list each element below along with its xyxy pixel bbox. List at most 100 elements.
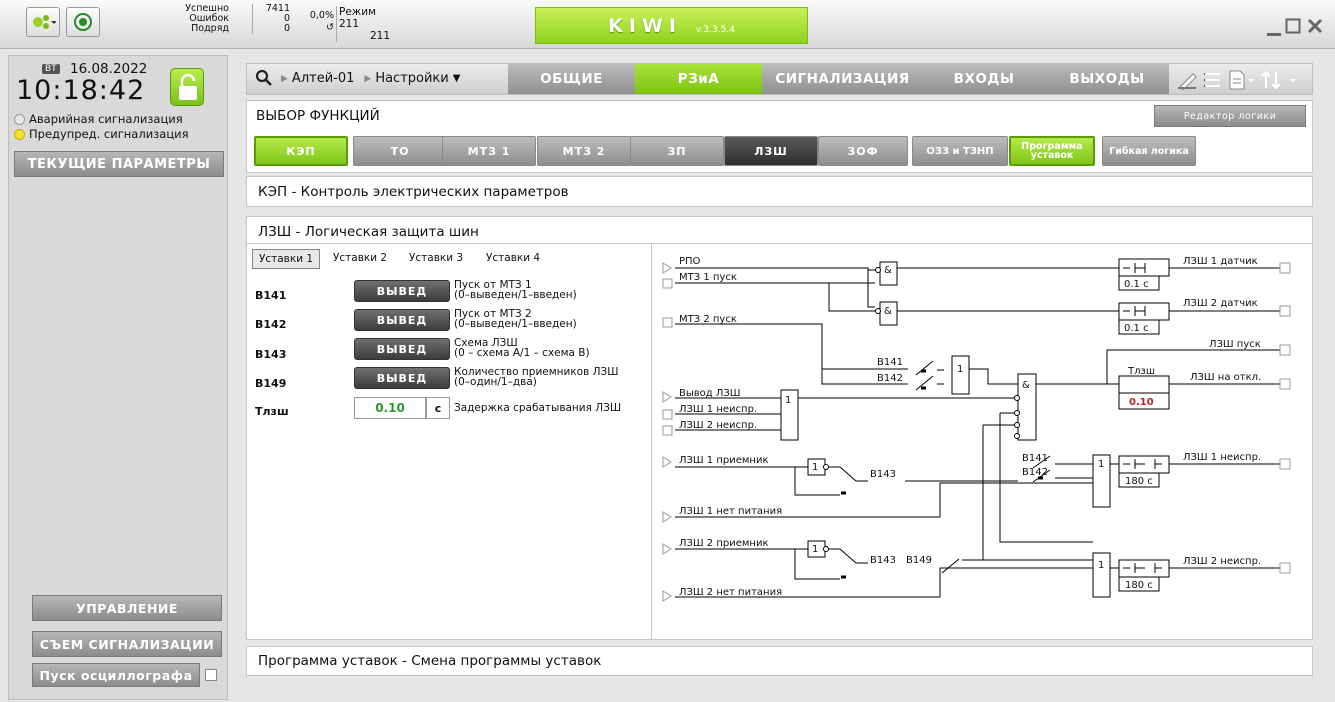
tab-rzia[interactable]: РЗиА	[635, 64, 762, 94]
minimize-icon[interactable]	[1266, 18, 1282, 42]
warning-indicator: Предупред. сигнализация	[14, 127, 189, 141]
settings-tab-4[interactable]: Уставки 4	[486, 252, 540, 264]
diagram-label-nopow1: ЛЗШ 1 нет питания	[679, 506, 782, 517]
alarm-label: Аварийная сигнализация	[29, 112, 183, 126]
settings-tab-3[interactable]: Уставки 3	[409, 252, 463, 264]
current-params-button[interactable]: ТЕКУЩИЕ ПАРАМЕТРЫ	[14, 151, 224, 177]
chevron-right-icon: ▶	[364, 74, 372, 84]
function-to-button[interactable]: ТО	[353, 136, 447, 166]
tab-inputs[interactable]: ВХОДЫ	[923, 64, 1045, 94]
reset-alarm-button[interactable]: СЪЕМ СИГНАЛИЗАЦИИ	[32, 631, 222, 657]
program-panel-title: Программа уставок - Смена программы уста…	[258, 653, 602, 669]
diagram-switch-b149: В149	[906, 555, 932, 566]
diagram-timer-value: 0.1 с	[1124, 323, 1149, 334]
setting-description: Пуск от МТЗ 2 (0–выведен/1–введен)	[454, 309, 577, 330]
diagram-switch-b141: В141	[1022, 453, 1048, 464]
diagram-label-recv2: ЛЗШ 2 приемник	[679, 538, 769, 549]
diagram-label-fault1: ЛЗШ 1 неиспр.	[679, 404, 757, 415]
tab-outputs[interactable]: ВЫХОДЫ	[1045, 64, 1169, 94]
alarm-indicator: Аварийная сигнализация	[14, 112, 183, 126]
diagram-timer-value: 180 с	[1125, 580, 1153, 591]
setting-desc-line: (0–выведен/1–введен)	[454, 318, 577, 330]
setting-code: В149	[255, 377, 287, 390]
edit-icon[interactable]	[1177, 70, 1199, 94]
function-lzsh-button[interactable]: ЛЗШ	[724, 136, 818, 166]
search-icon[interactable]	[255, 69, 273, 91]
diagram-tlzsh-value: 0.10	[1129, 397, 1154, 408]
function-zof-button[interactable]: ЗОФ	[818, 136, 908, 166]
delay-unit: с	[426, 397, 450, 419]
app-banner: KIWI v.3.3.5.4	[535, 7, 808, 44]
diagram-and-gate: &	[1022, 380, 1030, 391]
delay-code: Тлзш	[255, 405, 289, 418]
lock-icon[interactable]	[170, 68, 204, 106]
breadcrumb-settings[interactable]: Настройки	[375, 71, 448, 86]
diagram-or-gate: 1	[1098, 560, 1104, 571]
lzsh-panel-title: ЛЗШ - Логическая защита шин	[258, 224, 479, 240]
delay-input[interactable]: 0.10	[354, 397, 426, 419]
setting-desc-line: (0–один/1–два)	[454, 376, 537, 388]
diagram-not-gate: 1	[812, 544, 818, 555]
settings-tab-2[interactable]: Уставки 2	[333, 252, 387, 264]
diagram-label-nopow2: ЛЗШ 2 нет питания	[679, 587, 782, 598]
sort-icon[interactable]	[1260, 69, 1300, 95]
breadcrumb: ▶ Алтей-01 ▶ Настройки ▼	[281, 71, 460, 86]
setting-b143-value[interactable]: ВЫВЕД	[354, 338, 450, 360]
diagram-label-mtz2: МТЗ 2 пуск	[679, 314, 737, 325]
diagram-label-recv1: ЛЗШ 1 приемник	[679, 455, 769, 466]
diagram-switch-b143: В143	[870, 469, 896, 480]
tab-signaling[interactable]: СИГНАЛИЗАЦИЯ	[762, 64, 923, 94]
function-kep-button[interactable]: КЭП	[254, 136, 348, 166]
setting-b142-value[interactable]: ВЫВЕД	[354, 309, 450, 331]
mode-value-2: 211	[369, 30, 390, 42]
diagram-label-mtz1: МТЗ 1 пуск	[679, 272, 737, 283]
record-icon[interactable]	[66, 7, 100, 37]
function-mtz2-button[interactable]: МТЗ 2	[537, 136, 631, 166]
refresh-icon: ↺	[326, 22, 334, 33]
logic-editor-button[interactable]: Редактор логики	[1154, 105, 1306, 127]
setting-desc-line: (0–выведен/1–введен)	[454, 289, 577, 301]
diagram-not-gate: 1	[812, 462, 818, 473]
setting-b149-value[interactable]: ВЫВЕД	[354, 367, 450, 389]
diagram-or-gate: 1	[785, 395, 791, 406]
diagram-label-out: Вывод ЛЗШ	[679, 388, 740, 399]
kep-panel-title: КЭП - Контроль электрических параметров	[258, 184, 569, 200]
setting-desc-line: (0 – схема А/1 – схема В)	[454, 347, 590, 359]
setting-code: В141	[255, 289, 287, 302]
diagram-or-gate: 1	[957, 364, 963, 375]
diagram-switch-b143: В143	[870, 555, 896, 566]
diagram-out-sensor1: ЛЗШ 1 датчик	[1183, 256, 1258, 267]
warning-light-icon	[14, 128, 25, 140]
oscillograph-checkbox[interactable]	[205, 669, 217, 681]
diagram-timer-value: 180 с	[1125, 476, 1153, 487]
list-icon[interactable]	[1203, 70, 1223, 94]
diagram-out-fault1: ЛЗШ 1 неиспр.	[1183, 452, 1261, 463]
oscillograph-start-button[interactable]: Пуск осциллографа	[32, 663, 200, 687]
diagram-tlzsh-label: Тлзш	[1127, 366, 1155, 377]
diagram-switch-b141: В141	[877, 357, 903, 368]
app-version: v.3.3.5.4	[695, 24, 735, 35]
setting-b141-value[interactable]: ВЫВЕД	[354, 280, 450, 302]
diagram-out-fault2: ЛЗШ 2 неиспр.	[1183, 556, 1261, 567]
document-icon[interactable]	[1227, 69, 1255, 95]
tab-general[interactable]: ОБЩИЕ	[508, 64, 635, 94]
setting-code: В142	[255, 318, 287, 331]
function-program-button[interactable]: Программа уставок	[1009, 136, 1095, 166]
time: 10:18:42	[16, 75, 146, 106]
function-ozz-button[interactable]: ОЗЗ и ТЗНП	[912, 136, 1008, 166]
diagram-timer-value: 0.1 с	[1124, 279, 1149, 290]
mode-label: Режим	[339, 6, 376, 18]
settings-tab-1[interactable]: Уставки 1	[252, 249, 320, 269]
maximize-icon[interactable]	[1285, 16, 1301, 40]
function-zp-button[interactable]: ЗП	[630, 136, 724, 166]
chevron-down-icon[interactable]: ▼	[453, 73, 461, 86]
function-mtz1-button[interactable]: МТЗ 1	[442, 136, 536, 166]
close-icon[interactable]	[1306, 16, 1324, 40]
control-button[interactable]: УПРАВЛЕНИЕ	[32, 595, 222, 621]
connection-icon[interactable]	[26, 7, 60, 37]
diagram-and-gate: &	[884, 265, 892, 276]
breadcrumb-device[interactable]: Алтей-01	[292, 71, 354, 86]
divider	[246, 243, 1313, 244]
top-bar: Успешно Ошибок Подряд 7411 0 0 0,0% ↺ Ре…	[0, 0, 1335, 49]
function-flexlogic-button[interactable]: Гибкая логика	[1102, 136, 1196, 166]
